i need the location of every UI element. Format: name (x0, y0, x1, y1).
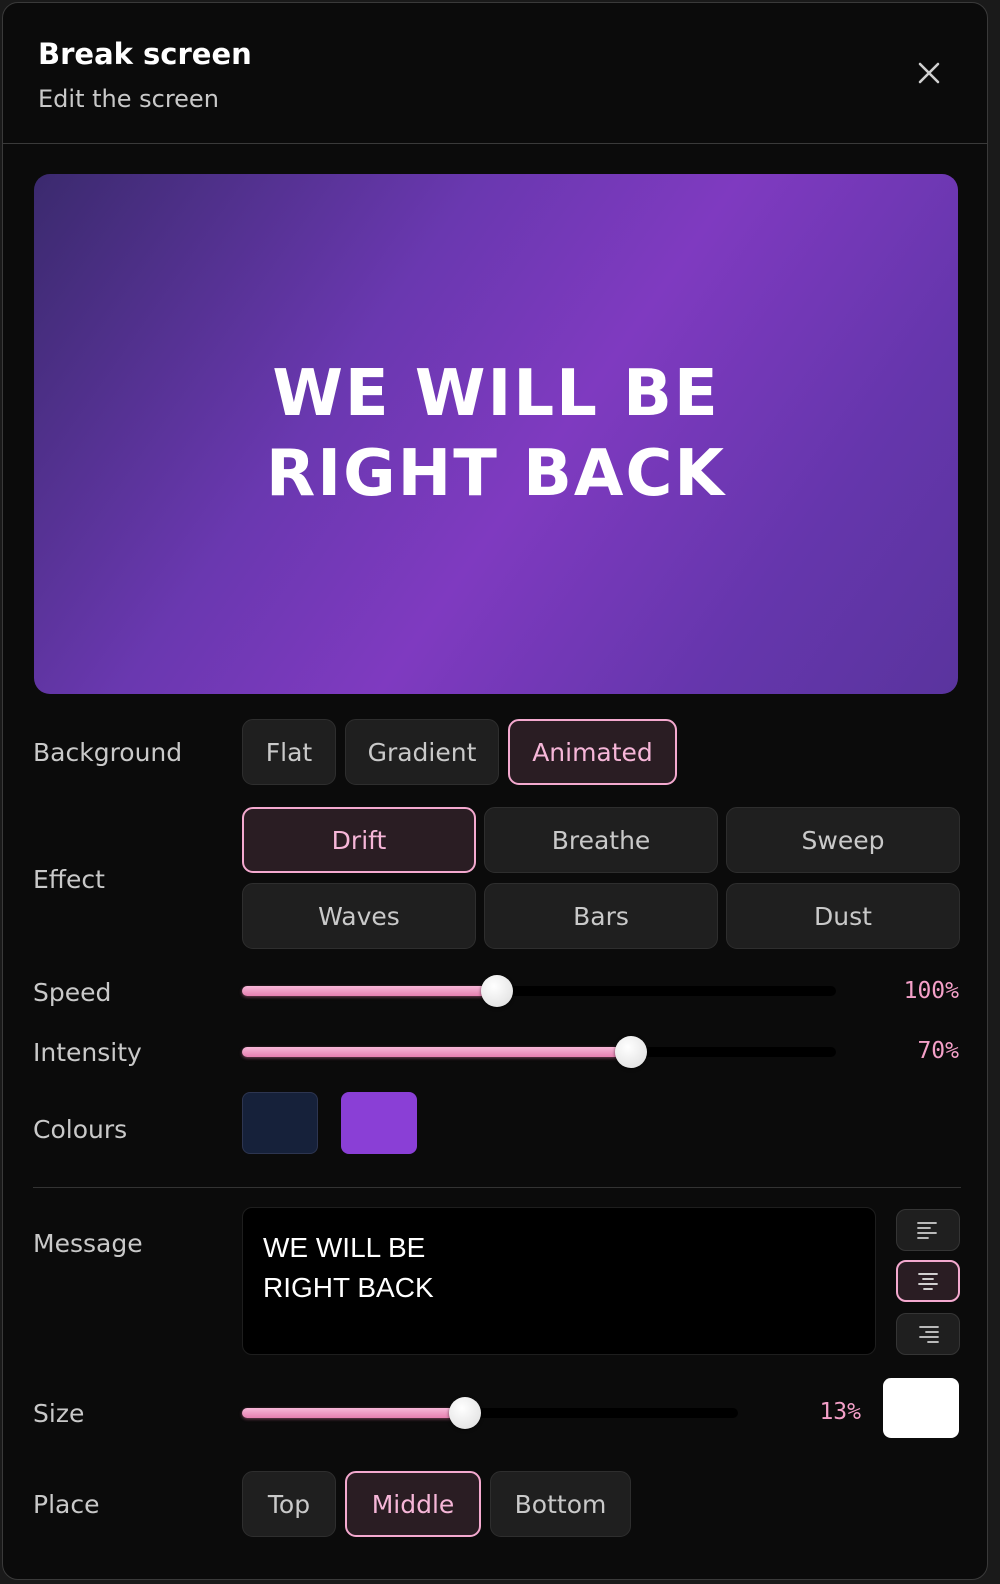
effect-dust-button[interactable]: Dust (726, 883, 960, 949)
background-label: Background (33, 738, 183, 767)
message-label: Message (33, 1229, 143, 1258)
close-button[interactable] (911, 55, 947, 91)
colour-swatch-dark-blue[interactable] (242, 1092, 318, 1154)
background-animated-button[interactable]: Animated (508, 719, 677, 785)
dialog-title: Break screen (38, 37, 252, 71)
speed-slider-fill (242, 986, 498, 996)
preview-message: WE WILL BE RIGHT BACK (266, 357, 726, 511)
align-center-button[interactable] (896, 1260, 960, 1302)
intensity-label: Intensity (33, 1038, 142, 1067)
size-slider[interactable] (242, 1397, 738, 1429)
align-left-icon (917, 1222, 937, 1239)
align-right-button[interactable] (896, 1313, 960, 1355)
section-divider (33, 1187, 961, 1188)
intensity-slider[interactable] (242, 1036, 836, 1068)
message-textarea[interactable]: WE WILL BE RIGHT BACK (242, 1207, 876, 1355)
place-top-button[interactable]: Top (242, 1471, 336, 1537)
align-center-icon (918, 1273, 938, 1290)
dialog-subtitle: Edit the screen (38, 85, 219, 113)
text-colour-swatch[interactable] (883, 1378, 959, 1438)
intensity-slider-thumb[interactable] (615, 1036, 648, 1068)
speed-slider-thumb[interactable] (481, 975, 514, 1007)
colours-label: Colours (33, 1115, 128, 1144)
intensity-slider-fill (242, 1047, 632, 1057)
intensity-value: 70% (917, 1038, 959, 1064)
speed-value: 100% (903, 978, 959, 1004)
size-slider-fill (242, 1408, 466, 1418)
speed-label: Speed (33, 978, 112, 1007)
size-value: 13% (819, 1399, 861, 1425)
effect-sweep-button[interactable]: Sweep (726, 807, 960, 873)
background-flat-button[interactable]: Flat (242, 719, 336, 785)
effect-bars-button[interactable]: Bars (484, 883, 718, 949)
dialog-header: Break screen Edit the screen (3, 3, 987, 144)
close-icon (918, 62, 940, 84)
place-bottom-button[interactable]: Bottom (490, 1471, 631, 1537)
place-label: Place (33, 1490, 100, 1519)
speed-slider[interactable] (242, 975, 836, 1007)
effect-label: Effect (33, 865, 105, 894)
background-gradient-button[interactable]: Gradient (345, 719, 499, 785)
colour-swatch-purple[interactable] (341, 1092, 417, 1154)
effect-breathe-button[interactable]: Breathe (484, 807, 718, 873)
break-screen-dialog: Break screen Edit the screen WE WILL BE … (2, 2, 988, 1580)
effect-drift-button[interactable]: Drift (242, 807, 476, 873)
place-middle-button[interactable]: Middle (345, 1471, 481, 1537)
break-screen-preview: WE WILL BE RIGHT BACK (34, 174, 958, 694)
size-label: Size (33, 1399, 85, 1428)
align-right-icon (919, 1326, 939, 1343)
size-slider-thumb[interactable] (449, 1397, 482, 1429)
align-left-button[interactable] (896, 1209, 960, 1251)
effect-waves-button[interactable]: Waves (242, 883, 476, 949)
